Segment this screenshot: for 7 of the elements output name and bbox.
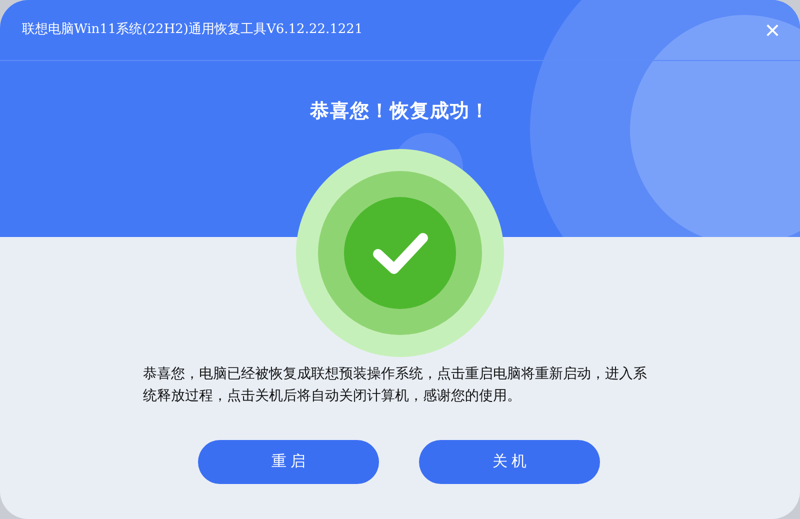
close-button[interactable]: × (764, 17, 780, 43)
success-message: 恭喜您，电脑已经被恢复成联想预装操作系统，点击重启电脑将重新启动，进入系统释放过程，点击关机后将自动关闭计算机，感谢您的使用。 (143, 364, 648, 405)
success-check-icon (296, 149, 504, 357)
restart-button[interactable]: 重 启 (198, 440, 379, 484)
window-title: 联想电脑Win11系统(22H2)通用恢复工具V6.12.22.1221 (22, 21, 363, 40)
success-heading: 恭喜您！恢复成功！ (308, 100, 491, 124)
shutdown-button[interactable]: 关 机 (419, 440, 600, 484)
